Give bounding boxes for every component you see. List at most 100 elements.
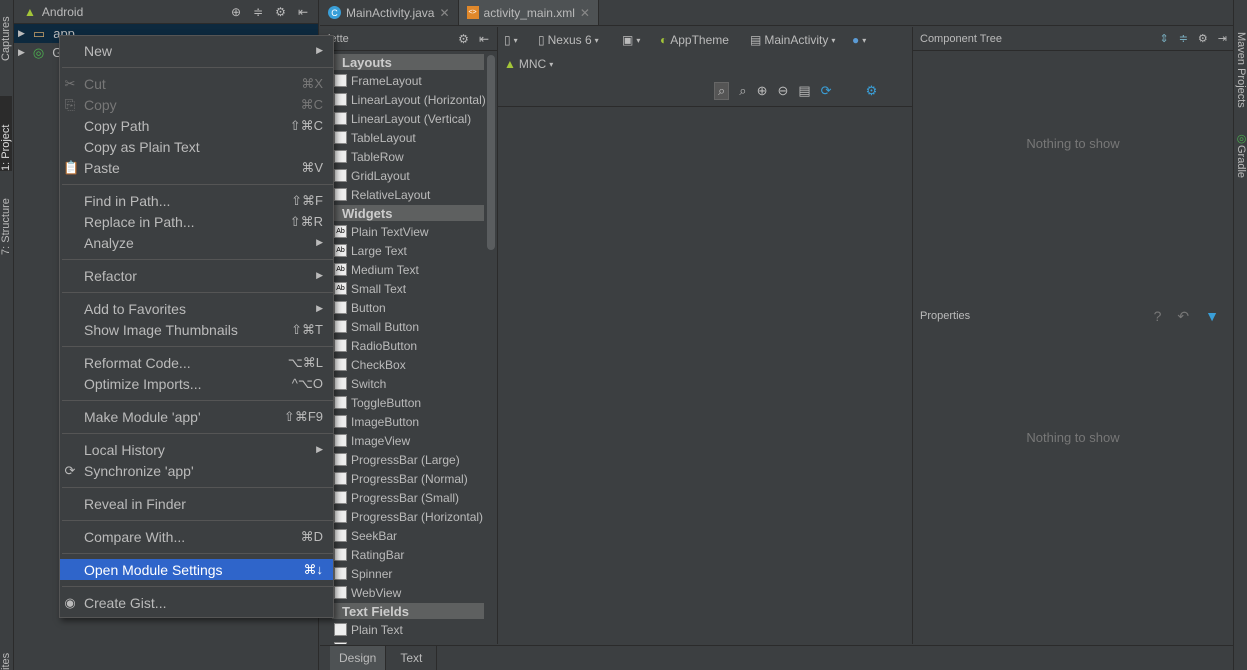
palette-item-progressbar-normal[interactable]: ProgressBar (Normal) (320, 469, 497, 488)
palette-item-label: Plain TextView (351, 224, 429, 239)
close-icon[interactable]: ✕ (580, 6, 590, 20)
menu-item-reformat-code[interactable]: Reformat Code... ⌥⌘L (60, 352, 333, 373)
menu-item-copy-as-plain-text[interactable]: Copy as Plain Text (60, 136, 333, 157)
palette-item-spinner[interactable]: Spinner (320, 564, 497, 583)
undo-icon[interactable]: ↶ (1177, 308, 1189, 325)
menu-item-add-to-favorites[interactable]: Add to Favorites ▶ (60, 298, 333, 319)
palette-item-tablelayout[interactable]: TableLayout (320, 128, 497, 147)
palette-item-gridlayout[interactable]: GridLayout (320, 166, 497, 185)
palette-item-framelayout[interactable]: FrameLayout (320, 71, 497, 90)
palette-item-plain-text[interactable]: Plain Text (320, 620, 497, 639)
gear-icon[interactable]: ⚙ (1198, 32, 1208, 45)
tab-mainactivity-java[interactable]: C MainActivity.java ✕ (320, 0, 459, 25)
document-icon[interactable]: ▤ (798, 83, 810, 99)
palette-item-button[interactable]: Button (320, 298, 497, 317)
ratingbar-icon (334, 548, 347, 561)
plain-textview-icon: Ab (334, 225, 347, 238)
palette-group-layouts[interactable]: Layouts (332, 54, 484, 70)
right-tool-strip: Maven Projects ◎Gradle (1233, 0, 1247, 670)
captures-tab[interactable]: Captures (0, 6, 12, 61)
project-tab[interactable]: 1: Project (0, 96, 12, 171)
palette-scrollbar[interactable] (487, 55, 495, 250)
palette-item-togglebutton[interactable]: ToggleButton (320, 393, 497, 412)
palette-item-tablerow[interactable]: TableRow (320, 147, 497, 166)
device-selector[interactable]: ▯ Nexus 6 ▾ (538, 33, 599, 47)
palette-item-checkbox[interactable]: CheckBox (320, 355, 497, 374)
menu-item-replace-in-path[interactable]: Replace in Path... ⇧⌘R (60, 211, 333, 232)
hide-icon[interactable]: ⇤ (298, 5, 308, 19)
palette-item-progressbar-small[interactable]: ProgressBar (Small) (320, 488, 497, 507)
menu-item-local-history[interactable]: Local History ▶ (60, 439, 333, 460)
palette-item-relativelayout[interactable]: RelativeLayout (320, 185, 497, 204)
palette-item-imagebutton[interactable]: ImageButton (320, 412, 497, 431)
hide-icon[interactable]: ⇤ (479, 32, 489, 46)
menu-item-synchronize-app[interactable]: ⟳ Synchronize 'app' (60, 460, 333, 481)
gear-icon[interactable]: ⚙ (458, 32, 469, 46)
menu-item-optimize-imports[interactable]: Optimize Imports... ^⌥O (60, 373, 333, 394)
palette-item-progressbar-horizontal[interactable]: ProgressBar (Horizontal) (320, 507, 497, 526)
palette-item-plain-textview[interactable]: Ab Plain TextView (320, 222, 497, 241)
activity-selector[interactable]: ▤ MainActivity ▾ (750, 33, 835, 47)
orientation-button[interactable]: ▣ ▾ (622, 33, 640, 47)
menu-item-reveal-in-finder[interactable]: Reveal in Finder (60, 493, 333, 514)
tab-activity-main-xml[interactable]: <> activity_main.xml ✕ (458, 0, 599, 25)
help-icon[interactable]: ? (1154, 308, 1162, 325)
filter-icon[interactable]: ▼ (1205, 308, 1219, 325)
structure-tab[interactable]: 7: Structure (0, 185, 12, 255)
menu-item-cut[interactable]: ✂ Cut ⌘X (60, 73, 333, 94)
theme-selector[interactable]: ◐ AppTheme (660, 33, 729, 47)
menu-item-new[interactable]: New ▶ (60, 40, 333, 61)
menu-item-compare-with[interactable]: Compare With... ⌘D (60, 526, 333, 547)
hide-icon[interactable]: ⇥ (1218, 32, 1227, 45)
palette-item-ratingbar[interactable]: RatingBar (320, 545, 497, 564)
menu-separator (60, 340, 333, 352)
refresh-icon[interactable]: ⟳ (821, 83, 832, 99)
palette-item-progressbar-large[interactable]: ProgressBar (Large) (320, 450, 497, 469)
tab-text[interactable]: Text (386, 646, 438, 670)
palette-item-person-name[interactable]: Person Name (320, 639, 497, 644)
palette-item-seekbar[interactable]: SeekBar (320, 526, 497, 545)
zoom-out-icon[interactable]: ⊖ (777, 83, 788, 99)
menu-item-copy[interactable]: ⎘ Copy ⌘C (60, 94, 333, 115)
favorites-tab[interactable]: ites (0, 648, 12, 670)
menu-item-copy-path[interactable]: Copy Path ⇧⌘C (60, 115, 333, 136)
palette-item-linearlayout-horizontal[interactable]: LinearLayout (Horizontal) (320, 90, 497, 109)
menu-item-refactor[interactable]: Refactor ▶ (60, 265, 333, 286)
palette-item-medium-text[interactable]: Ab Medium Text (320, 260, 497, 279)
gradle-tab[interactable]: ◎Gradle (1235, 132, 1247, 187)
palette-item-radiobutton[interactable]: RadioButton (320, 336, 497, 355)
collapse-icon[interactable]: ≑ (253, 5, 263, 19)
locate-icon[interactable]: ⊕ (231, 5, 241, 19)
menu-item-paste[interactable]: 📋 Paste ⌘V (60, 157, 333, 178)
palette-group-widgets[interactable]: Widgets (332, 205, 484, 221)
zoom-fit-icon[interactable]: ⌕ (714, 82, 730, 100)
palette-item-imageview[interactable]: ImageView (320, 431, 497, 450)
palette-item-small-text[interactable]: Ab Small Text (320, 279, 497, 298)
palette-item-linearlayout-vertical[interactable]: LinearLayout (Vertical) (320, 109, 497, 128)
expand-all-icon[interactable]: ⇕ (1159, 32, 1168, 45)
menu-item-find-in-path[interactable]: Find in Path... ⇧⌘F (60, 190, 333, 211)
palette-item-switch[interactable]: Switch (320, 374, 497, 393)
palette-group-text-fields[interactable]: Text Fields (332, 603, 484, 619)
maven-projects-tab[interactable]: Maven Projects (1235, 32, 1247, 108)
menu-item-make-module-app[interactable]: Make Module 'app' ⇧⌘F9 (60, 406, 333, 427)
menu-item-show-image-thumbnails[interactable]: Show Image Thumbnails ⇧⌘T (60, 319, 333, 340)
zoom-in-icon[interactable]: ⊕ (757, 83, 768, 99)
palette-item-small-button[interactable]: Small Button (320, 317, 497, 336)
zoom-actual-icon[interactable]: ⌕ (739, 83, 746, 99)
menu-item-open-module-settings[interactable]: Open Module Settings ⌘↓ (60, 559, 333, 580)
settings-icon[interactable]: ⚙ (866, 83, 878, 99)
gridlayout-icon (334, 169, 347, 182)
tab-design[interactable]: Design (330, 646, 387, 670)
locale-selector[interactable]: ● ▾ (852, 33, 866, 47)
collapse-all-icon[interactable]: ≑ (1179, 32, 1188, 45)
view-selector[interactable]: Android (42, 5, 83, 19)
menu-item-create-gist[interactable]: ◉ Create Gist... (60, 592, 333, 613)
menu-item-analyze[interactable]: Analyze ▶ (60, 232, 333, 253)
api-selector[interactable]: ▲ MNC ▾ (504, 57, 553, 71)
close-icon[interactable]: ✕ (439, 6, 449, 20)
device-type-button[interactable]: ▯ ▾ (504, 33, 518, 47)
palette-item-large-text[interactable]: Ab Large Text (320, 241, 497, 260)
palette-item-webview[interactable]: WebView (320, 583, 497, 602)
gear-icon[interactable]: ⚙ (275, 5, 286, 19)
